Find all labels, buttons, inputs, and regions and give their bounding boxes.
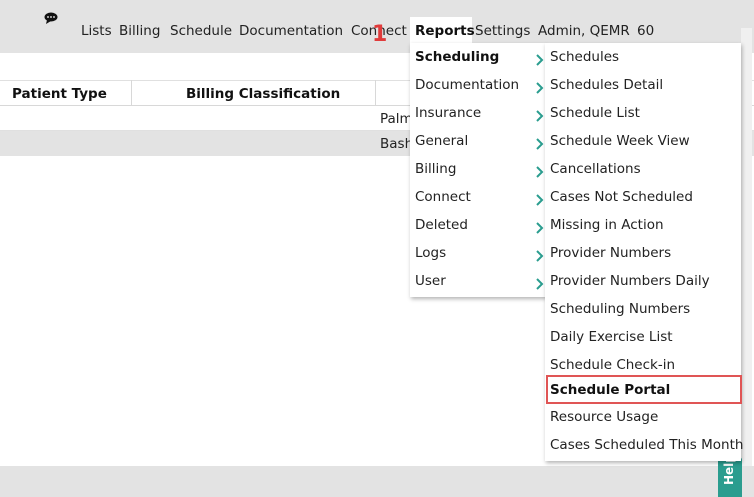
submenu-item-cases-not-scheduled[interactable]: Cases Not Scheduled bbox=[545, 183, 741, 211]
reports-dropdown-menu: Scheduling Documentation Insurance Gener… bbox=[410, 43, 546, 297]
column-header-billing-classification[interactable]: Billing Classification bbox=[186, 86, 340, 102]
submenu-item-provider-numbers-daily[interactable]: Provider Numbers Daily bbox=[545, 267, 741, 295]
submenu-item-provider-numbers[interactable]: Provider Numbers bbox=[545, 239, 741, 267]
chevron-right-icon bbox=[536, 278, 544, 290]
submenu-item-resource-usage[interactable]: Resource Usage bbox=[545, 403, 741, 431]
submenu-item-missing-in-action[interactable]: Missing in Action bbox=[545, 211, 741, 239]
submenu-item-scheduling-numbers[interactable]: Scheduling Numbers bbox=[545, 295, 741, 323]
chevron-right-icon bbox=[536, 250, 544, 262]
nav-reports[interactable]: Reports bbox=[415, 22, 475, 40]
menu-item-documentation[interactable]: Documentation bbox=[410, 71, 546, 99]
bottom-bar bbox=[0, 466, 754, 497]
chevron-right-icon bbox=[536, 166, 544, 178]
submenu-item-schedule-list[interactable]: Schedule List bbox=[545, 99, 741, 127]
menu-item-scheduling[interactable]: Scheduling bbox=[410, 43, 546, 71]
menu-item-user[interactable]: User bbox=[410, 267, 546, 295]
submenu-item-schedule-week-view[interactable]: Schedule Week View bbox=[545, 127, 741, 155]
nav-schedule[interactable]: Schedule bbox=[170, 22, 232, 40]
chat-icon[interactable] bbox=[44, 12, 58, 24]
menu-item-deleted[interactable]: Deleted bbox=[410, 211, 546, 239]
menu-item-general[interactable]: General bbox=[410, 127, 546, 155]
chevron-right-icon bbox=[536, 110, 544, 122]
nav-documentation[interactable]: Documentation bbox=[239, 22, 343, 40]
submenu-item-daily-exercise-list[interactable]: Daily Exercise List bbox=[545, 323, 741, 351]
help-tab[interactable]: Help bbox=[718, 454, 742, 497]
submenu-item-schedules[interactable]: Schedules bbox=[545, 43, 741, 71]
nav-settings[interactable]: Settings bbox=[475, 22, 530, 40]
table-cell: Palm bbox=[380, 111, 413, 127]
column-header-patient-type[interactable]: Patient Type bbox=[12, 86, 107, 102]
menu-item-billing[interactable]: Billing bbox=[410, 155, 546, 183]
menu-item-logs[interactable]: Logs bbox=[410, 239, 546, 267]
chevron-right-icon bbox=[536, 222, 544, 234]
step-marker: 1 bbox=[372, 22, 388, 47]
nav-user-account[interactable]: Admin, QEMR bbox=[538, 22, 630, 40]
table-cell: Bash bbox=[380, 136, 414, 152]
chevron-right-icon bbox=[536, 82, 544, 94]
chevron-right-icon bbox=[536, 194, 544, 206]
highlight-annotation-box bbox=[546, 375, 742, 404]
submenu-item-schedules-detail[interactable]: Schedules Detail bbox=[545, 71, 741, 99]
scrollbar[interactable] bbox=[741, 28, 752, 466]
submenu-item-cases-scheduled-this-month[interactable]: Cases Scheduled This Month bbox=[545, 431, 743, 459]
chevron-right-icon bbox=[536, 138, 544, 150]
nav-billing[interactable]: Billing bbox=[119, 22, 160, 40]
menu-item-insurance[interactable]: Insurance bbox=[410, 99, 546, 127]
submenu-item-cancellations[interactable]: Cancellations bbox=[545, 155, 741, 183]
nav-lists[interactable]: Lists bbox=[81, 22, 112, 40]
nav-counter[interactable]: 60 bbox=[637, 22, 654, 40]
menu-item-connect[interactable]: Connect bbox=[410, 183, 546, 211]
chevron-right-icon bbox=[536, 54, 544, 66]
